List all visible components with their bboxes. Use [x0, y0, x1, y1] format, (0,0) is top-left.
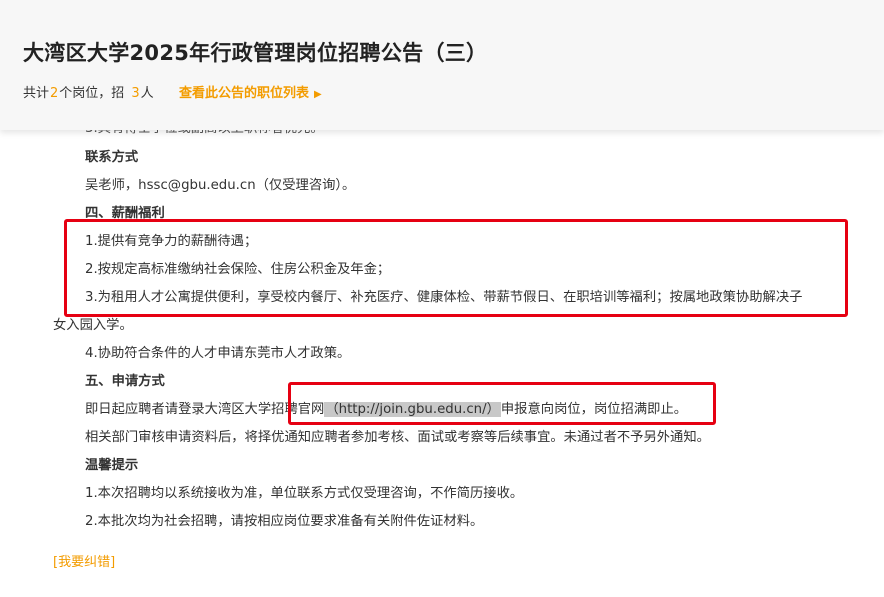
- benefit-item-3-continued: 女入园入学。: [53, 318, 133, 333]
- summary-positions-suffix: 个岗位，招: [59, 86, 125, 101]
- page-title: 大湾区大学2025年行政管理岗位招聘公告（三）: [23, 41, 488, 65]
- apply-text-suffix: 申报意向岗位，岗位招满即止。: [500, 402, 688, 417]
- contact-heading: 联系方式: [85, 150, 139, 165]
- job-list-link[interactable]: 查看此公告的职位列表 ▶: [179, 82, 322, 101]
- contact-text: 吴老师，hssc@gbu.edu.cn（仅受理咨询）。: [85, 178, 356, 193]
- recruitment-site-url[interactable]: （http://join.gbu.edu.cn/）: [324, 402, 501, 417]
- job-list-label: 查看此公告的职位列表: [179, 86, 310, 101]
- benefit-item-2: 2.按规定高标准缴纳社会保险、住房公积金及年金；: [85, 262, 391, 277]
- summary-people-suffix: 人: [140, 86, 154, 101]
- announcement-page: 3.具有博士学位或副高以上职称者优先。 联系方式 吴老师，hssc@gbu.ed…: [0, 0, 884, 597]
- benefit-item-4: 4.协助符合条件的人才申请东莞市人才政策。: [85, 346, 351, 361]
- people-count: 3: [131, 86, 140, 101]
- apply-heading: 五、申请方式: [85, 374, 165, 389]
- tip-item-1: 1.本次招聘均以系统接收为准，单位联系方式仅受理咨询，不作简历接收。: [85, 486, 524, 501]
- benefits-heading: 四、薪酬福利: [85, 206, 165, 221]
- benefit-item-1: 1.提供有竞争力的薪酬待遇；: [85, 234, 258, 249]
- benefit-item-3: 3.为租用人才公寓提供便利，享受校内餐厅、补充医疗、健康体检、带薪节假日、在职培…: [85, 290, 803, 305]
- tips-heading: 温馨提示: [85, 458, 139, 473]
- apply-note: 相关部门审核申请资料后，将择优通知应聘者参加考核、面试或考察等后续事宜。未通过者…: [85, 430, 710, 445]
- triangle-right-icon: ▶: [314, 89, 322, 100]
- positions-summary: 共计2个岗位，招 3人: [23, 82, 154, 101]
- tip-item-2: 2.本批次均为社会招聘，请按相应岗位要求准备有关附件佐证材料。: [85, 514, 484, 529]
- apply-text: 即日起应聘者请登录大湾区大学招聘官网（http://join.gbu.edu.c…: [85, 401, 687, 419]
- positions-count: 2: [50, 86, 59, 101]
- report-error-link[interactable]: [我要纠错]: [53, 551, 115, 570]
- summary-prefix: 共计: [23, 86, 50, 101]
- apply-text-prefix: 即日起应聘者请登录大湾区大学招聘官网: [85, 402, 325, 417]
- announcement-header: 大湾区大学2025年行政管理岗位招聘公告（三） 共计2个岗位，招 3人 查看此公告…: [0, 0, 884, 130]
